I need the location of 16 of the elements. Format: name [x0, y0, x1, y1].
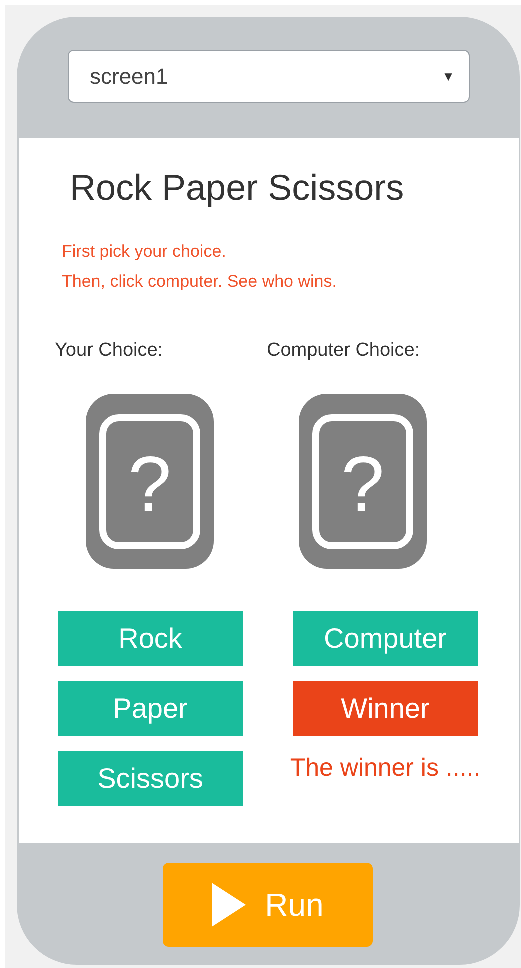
- choice-button[interactable]: Paper: [58, 681, 243, 736]
- choice-label: Computer Choice:: [266, 339, 420, 363]
- result-text: The winner is .....: [289, 753, 482, 784]
- run-button[interactable]: Run: [162, 863, 372, 947]
- question-card-icon: ?: [299, 394, 427, 569]
- play-icon: [211, 882, 248, 928]
- action-button[interactable]: Winner: [293, 681, 478, 736]
- action-button[interactable]: Computer: [293, 611, 478, 666]
- instruction-text: Then, click computer. See who wins.: [62, 271, 338, 293]
- choice-button[interactable]: Scissors: [58, 751, 243, 806]
- screen-dropdown[interactable]: screen1 ▼: [68, 50, 470, 103]
- choice-button[interactable]: Rock: [58, 611, 243, 666]
- instruction-text: First pick your choice.: [62, 241, 228, 263]
- choice-label: Your Choice:: [54, 339, 164, 363]
- question-card-icon: ?: [86, 394, 214, 569]
- app-title: Rock Paper Scissors: [69, 166, 406, 210]
